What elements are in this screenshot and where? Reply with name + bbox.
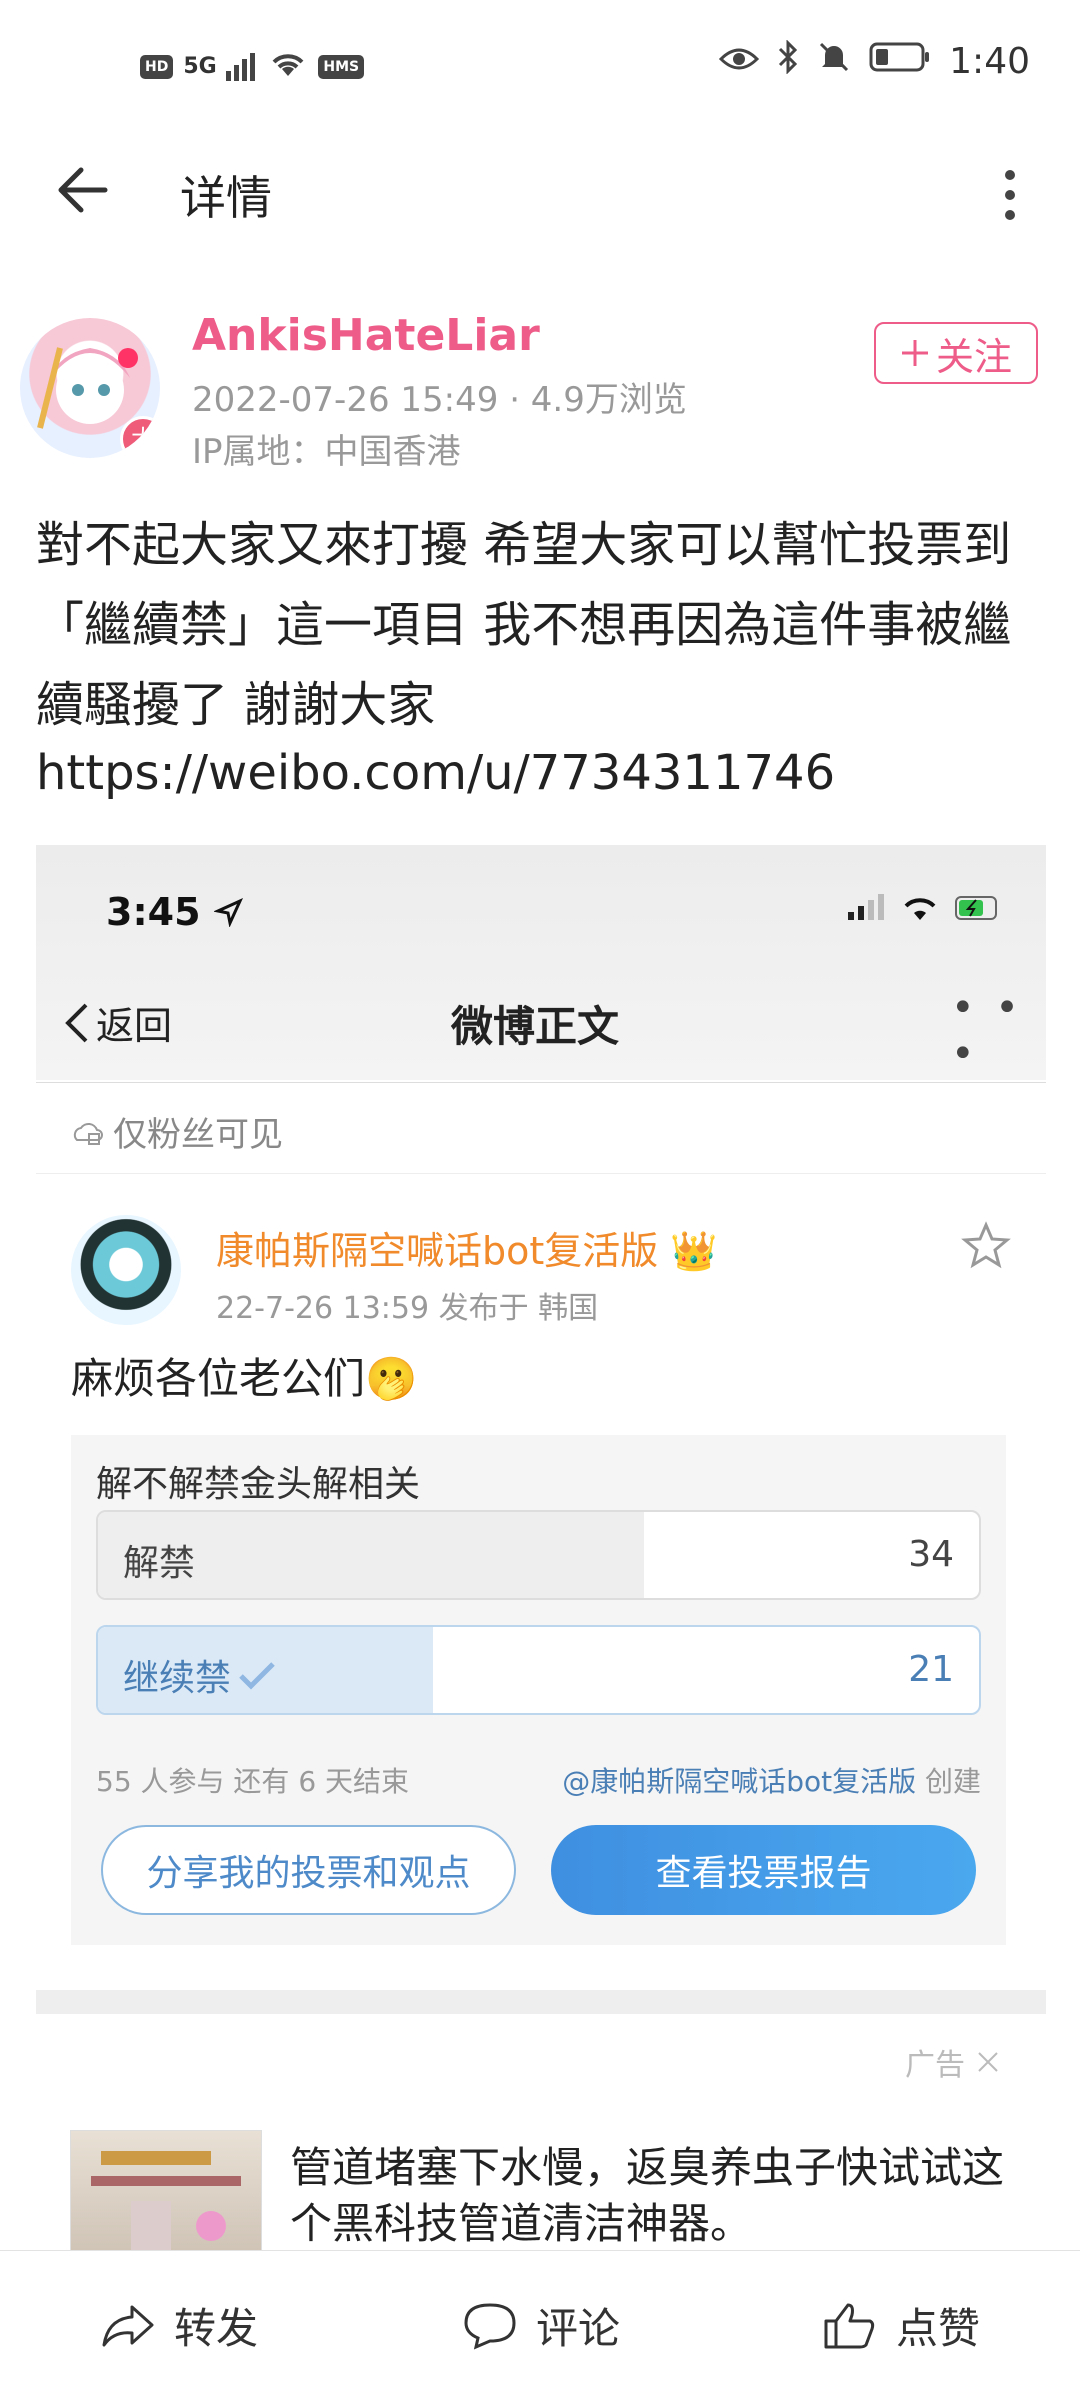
poll-option-2-text: 继续禁 [123, 1658, 232, 1699]
hd-badge: HD [140, 55, 174, 79]
poll-creator-suffix: 创建 [924, 1765, 981, 1798]
poll-option-1[interactable]: 解禁 34 [96, 1510, 981, 1600]
checkmark-icon [239, 1662, 275, 1690]
poll-option-2-count: 21 [908, 1649, 954, 1690]
embedded-time-text: 3:45 [106, 890, 201, 934]
status-right: 1:40 [719, 39, 1030, 83]
embedded-signal-icon [848, 894, 884, 920]
arrow-left-icon [58, 167, 108, 213]
follow-button[interactable]: 关注 [874, 322, 1038, 384]
embedded-more-icon[interactable]: • • • [951, 985, 1046, 1077]
embedded-status-icons [846, 893, 1004, 923]
battery-icon [869, 41, 931, 82]
follow-label: 关注 [935, 334, 1012, 379]
favorite-star-button[interactable] [961, 1220, 1011, 1270]
visibility-text: 仅粉丝可见 [113, 1115, 283, 1155]
poll-option-2[interactable]: 继续禁 21 [96, 1625, 981, 1715]
status-left: HD 5G HMS [140, 48, 365, 86]
like-label: 点赞 [896, 2304, 981, 2353]
clock-time: 1:40 [949, 41, 1030, 82]
ad-image-icon [91, 2151, 241, 2251]
repost-label: 转发 [174, 2304, 259, 2353]
repost-button[interactable]: 转发 [100, 2295, 258, 2356]
ad-thumbnail[interactable] [70, 2130, 262, 2252]
bot-name-text: 康帕斯隔空喊话bot复活版 [216, 1229, 659, 1273]
ip-location: IP属地：中国香港 [192, 432, 461, 472]
poll-option-1-text: 解禁 [123, 1543, 196, 1584]
visibility-label: 仅粉丝可见 [71, 1107, 283, 1156]
author-name[interactable]: AnkisHateLiar [192, 310, 540, 361]
comment-button[interactable]: 评论 [462, 2295, 620, 2356]
embedded-back-label: 返回 [96, 1004, 173, 1048]
poll-option-2-label: 继续禁 [123, 1649, 277, 1701]
bot-post-text: 麻烦各位老公们🫢 [71, 1354, 418, 1403]
thumbs-up-icon [824, 2303, 875, 2348]
bluetooth-icon [777, 39, 799, 83]
poll-option-1-label: 解禁 [123, 1534, 195, 1586]
wifi-icon [268, 48, 308, 86]
ad-text[interactable]: 管道堵塞下水慢，返臭养虫子快试试这个黑科技管道清洁神器。 [290, 2140, 1010, 2252]
bot-name[interactable]: 康帕斯隔空喊话bot复活版 👑 [216, 1220, 718, 1275]
plus-icon [901, 340, 928, 366]
like-button[interactable]: 点赞 [822, 2295, 980, 2356]
embedded-battery-icon [955, 896, 997, 920]
embedded-screenshot[interactable]: 3:45 返回 微博正文 • • • 仅粉丝可见 康帕斯隔空喊话bot复活版 👑… [36, 845, 1046, 1995]
mute-bell-icon [817, 40, 851, 83]
post-text: 對不起大家又來打擾 希望大家可以幫忙投票到「繼續禁」這一項目 我不想再因為這件事… [36, 517, 1012, 733]
embedded-back-button[interactable]: 返回 [62, 995, 172, 1050]
poll-title: 解不解禁金头解相关 [96, 1464, 421, 1505]
back-button[interactable] [55, 160, 115, 220]
share-arrow-icon [102, 2305, 154, 2346]
comment-label: 评论 [536, 2304, 621, 2353]
embedded-time: 3:45 [106, 890, 244, 934]
embedded-nav-title: 微博正文 [451, 1002, 620, 1051]
page-title: 详情 [180, 171, 272, 225]
more-button[interactable] [995, 165, 1025, 225]
hms-badge: HMS [318, 55, 365, 79]
crown-badge-icon: 👑 [670, 1229, 718, 1273]
eye-icon [719, 41, 760, 82]
ad-label[interactable]: 广告 [905, 2040, 1001, 2084]
comment-bubble-icon [464, 2302, 516, 2350]
location-arrow-icon [212, 897, 243, 928]
signal-icon: 5G [183, 51, 258, 83]
star-icon [961, 1221, 1011, 1269]
close-icon [977, 2052, 998, 2072]
post-link[interactable]: https://weibo.com/u/7734311746 [36, 745, 835, 801]
avatar-badge: 大 [120, 416, 160, 458]
section-divider [36, 1990, 1046, 2014]
chevron-left-icon [65, 1003, 88, 1042]
ad-label-text: 广告 [905, 2048, 965, 2083]
poll-creator: @康帕斯隔空喊话bot复活版 创建 [562, 1760, 981, 1800]
poll-creator-link[interactable]: @康帕斯隔空喊话bot复活版 [562, 1765, 916, 1798]
post-date-views: 2022-07-26 15:49 · 4.9万浏览 [192, 380, 687, 420]
bot-meta: 22-7-26 13:59 发布于 韩国 [216, 1291, 599, 1326]
share-vote-button[interactable]: 分享我的投票和观点 [101, 1825, 516, 1915]
poll-card: 解不解禁金头解相关 解禁 34 继续禁 21 55 人参与 还有 6 天结束 @… [71, 1435, 1006, 1945]
poll-participants: 55 人参与 还有 6 天结束 [96, 1765, 410, 1798]
author-avatar[interactable]: 大 [20, 318, 160, 458]
bot-avatar[interactable] [71, 1215, 181, 1325]
embedded-wifi-icon [904, 898, 936, 920]
lock-cloud-icon [73, 1122, 103, 1145]
more-vertical-icon [1005, 170, 1015, 220]
poll-option-1-count: 34 [908, 1534, 954, 1575]
view-report-button[interactable]: 查看投票报告 [551, 1825, 976, 1915]
network-type-label: 5G [183, 54, 217, 79]
